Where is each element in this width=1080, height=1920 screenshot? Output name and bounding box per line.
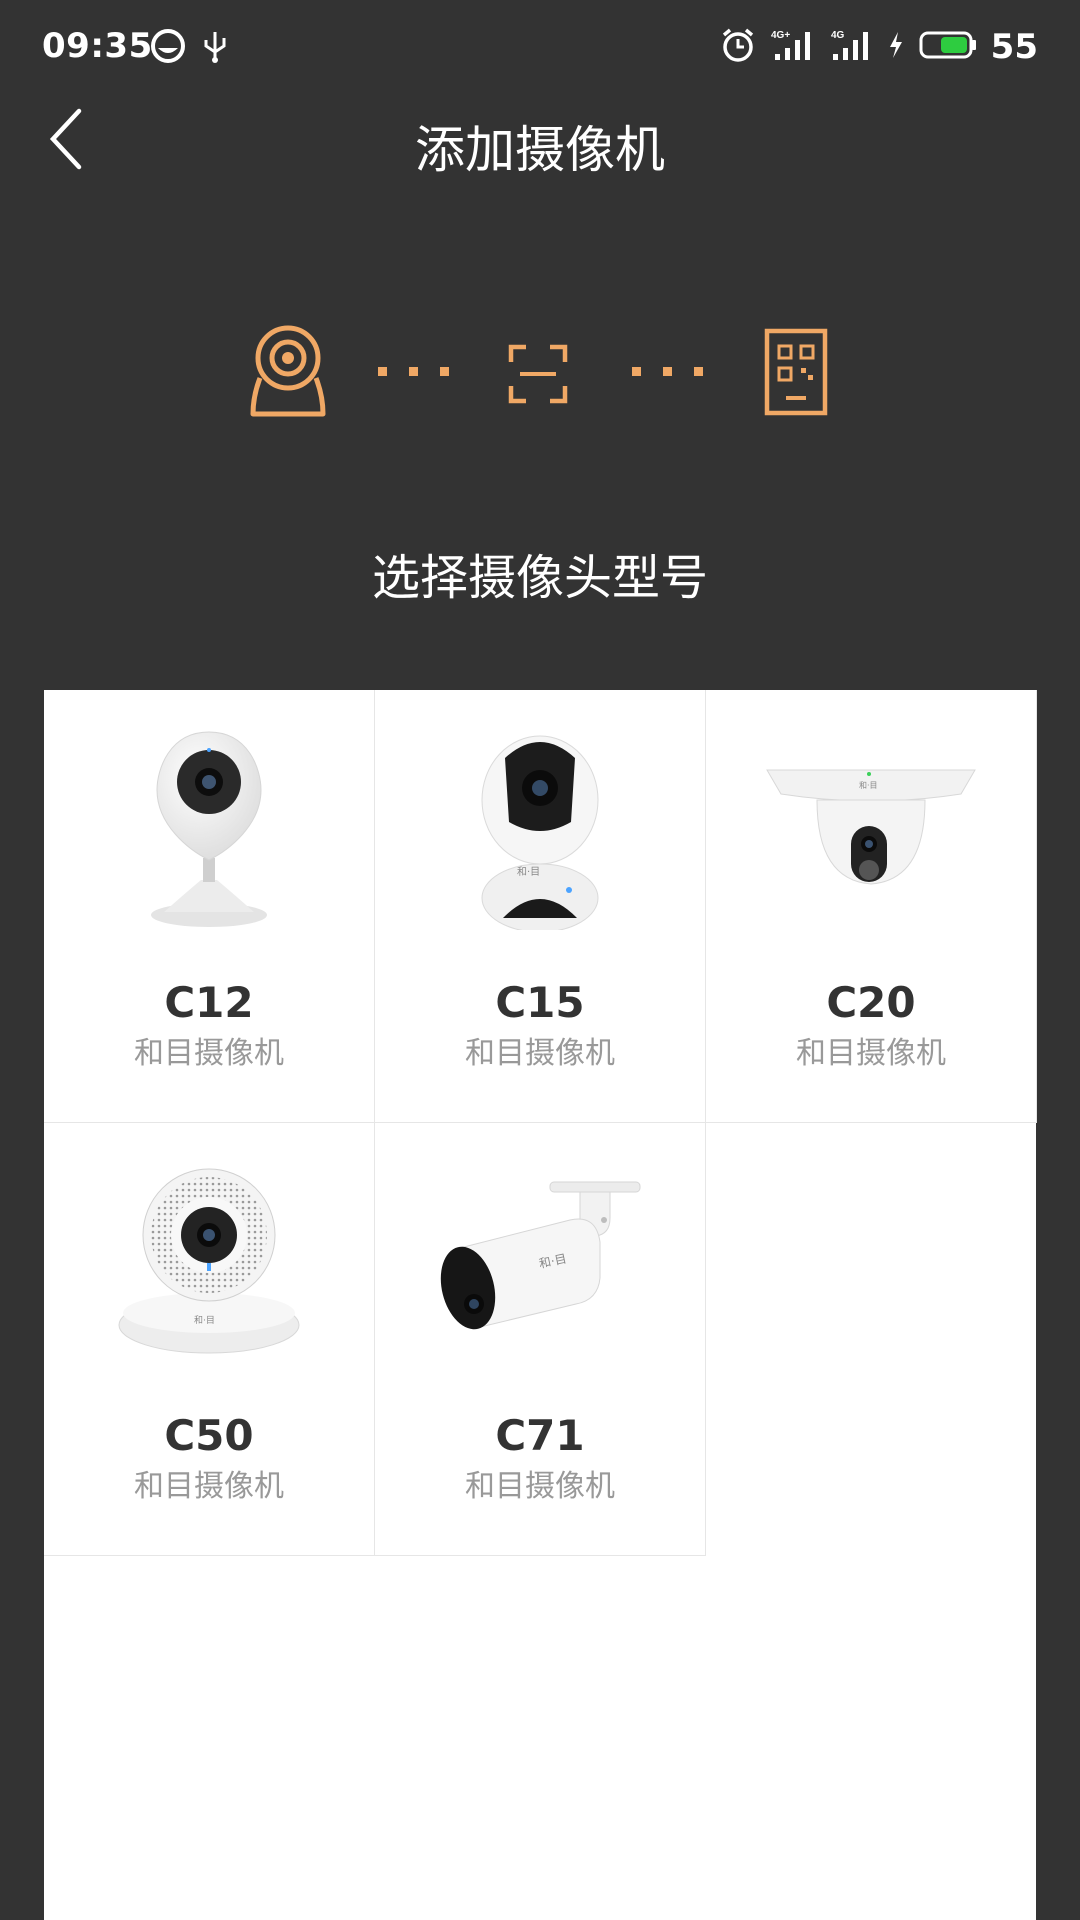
camera-desc-label: 和目摄像机 bbox=[134, 1469, 284, 1504]
camera-c20-image: 和·目 bbox=[706, 730, 1036, 930]
camera-step-icon bbox=[250, 324, 326, 422]
svg-text:和·目: 和·目 bbox=[517, 866, 540, 878]
svg-text:和·目: 和·目 bbox=[194, 1315, 215, 1326]
battery-icon bbox=[919, 30, 977, 64]
usb-icon bbox=[202, 28, 228, 68]
camera-model-label: C50 bbox=[164, 1411, 254, 1460]
charging-icon bbox=[887, 30, 905, 64]
qr-device-step-icon bbox=[764, 328, 828, 420]
signal-4g-icon: 4G bbox=[831, 28, 873, 66]
camera-c50-image: 和·目 bbox=[44, 1163, 374, 1363]
step-title: 选择摄像头型号 bbox=[371, 550, 708, 606]
camera-desc-label: 和目摄像机 bbox=[796, 1036, 946, 1071]
camera-desc-label: 和目摄像机 bbox=[134, 1036, 284, 1071]
camera-desc-label: 和目摄像机 bbox=[465, 1036, 615, 1071]
status-bar: 09:35 4G+ 4G 55 bbox=[0, 0, 1080, 96]
header: 添加摄像机 bbox=[0, 96, 1080, 186]
svg-text:4G+: 4G+ bbox=[771, 30, 790, 41]
camera-c12-image bbox=[44, 730, 374, 930]
status-right: 4G+ 4G 55 bbox=[719, 24, 1038, 70]
camera-model-label: C20 bbox=[826, 978, 916, 1027]
camera-desc-label: 和目摄像机 bbox=[465, 1469, 615, 1504]
camera-model-label: C71 bbox=[495, 1411, 585, 1460]
page-title: 添加摄像机 bbox=[415, 121, 665, 179]
camera-c71-image: 和·目 bbox=[375, 1163, 705, 1363]
camera-card-c20[interactable]: 和·目 C20 和目摄像机 bbox=[706, 690, 1037, 1123]
camera-model-label: C15 bbox=[495, 978, 585, 1027]
camera-card-c12[interactable]: C12 和目摄像机 bbox=[44, 690, 375, 1123]
camera-card-c15[interactable]: 和·目 C15 和目摄像机 bbox=[375, 690, 706, 1123]
svg-text:和·目: 和·目 bbox=[859, 781, 878, 790]
signal-4g-plus-icon: 4G+ bbox=[771, 28, 817, 66]
step-dots-2 bbox=[632, 367, 703, 376]
svg-text:4G: 4G bbox=[831, 30, 845, 41]
status-time: 09:35 bbox=[42, 26, 153, 66]
app-icon bbox=[150, 28, 186, 68]
alarm-icon bbox=[719, 26, 757, 68]
camera-model-label: C12 bbox=[164, 978, 254, 1027]
camera-model-grid: C12 和目摄像机 和·目 C15 和目摄像机 和·目 C20 和目摄像机 和·… bbox=[44, 690, 1037, 1920]
camera-c15-image: 和·目 bbox=[375, 730, 705, 930]
camera-card-c50[interactable]: 和·目 C50 和目摄像机 bbox=[44, 1123, 375, 1556]
steps-indicator bbox=[0, 320, 1080, 420]
battery-level: 55 bbox=[990, 27, 1038, 67]
step-dots-1 bbox=[378, 367, 449, 376]
camera-card-c71[interactable]: 和·目 C71 和目摄像机 bbox=[375, 1123, 706, 1556]
scan-step-icon bbox=[508, 344, 568, 408]
